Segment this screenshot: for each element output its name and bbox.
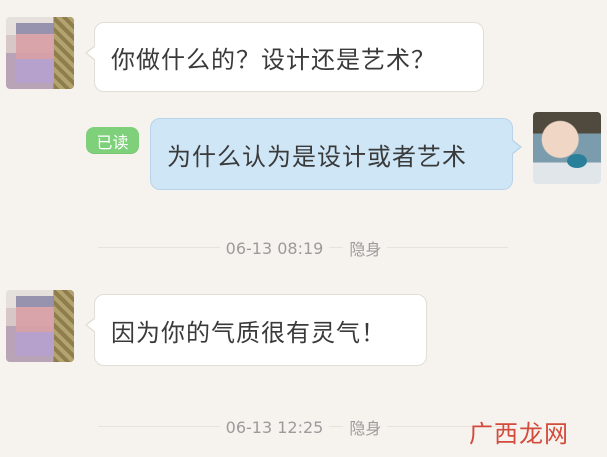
contact-avatar[interactable] bbox=[6, 290, 74, 362]
outgoing-message-bubble[interactable]: 为什么认为是设计或者艺术 bbox=[150, 118, 522, 190]
incoming-message-bubble[interactable]: 你做什么的？设计还是艺术？ bbox=[85, 22, 484, 92]
timestamp: 06-13 12:25 bbox=[219, 417, 330, 437]
online-status: 隐身 bbox=[343, 415, 388, 439]
message-text: 你做什么的？设计还是艺术？ bbox=[111, 45, 436, 74]
message-text: 因为你的气质很有灵气！ bbox=[111, 318, 386, 347]
watermark: 广西龙网 bbox=[469, 420, 569, 448]
timestamp: 06-13 08:19 bbox=[219, 238, 330, 258]
timestamp-row: 06-13 08:19 隐身 bbox=[0, 236, 607, 260]
online-status: 隐身 bbox=[343, 236, 388, 260]
chat-window: 你做什么的？设计还是艺术？ 已读 为什么认为是设计或者艺术 06-13 08:1… bbox=[0, 0, 607, 457]
read-badge: 已读 bbox=[86, 127, 139, 154]
contact-avatar[interactable] bbox=[6, 17, 74, 89]
read-label: 已读 bbox=[96, 132, 129, 152]
message-text: 为什么认为是设计或者艺术 bbox=[167, 142, 467, 171]
user-avatar[interactable] bbox=[533, 112, 601, 184]
incoming-message-bubble[interactable]: 因为你的气质很有灵气！ bbox=[85, 294, 427, 366]
